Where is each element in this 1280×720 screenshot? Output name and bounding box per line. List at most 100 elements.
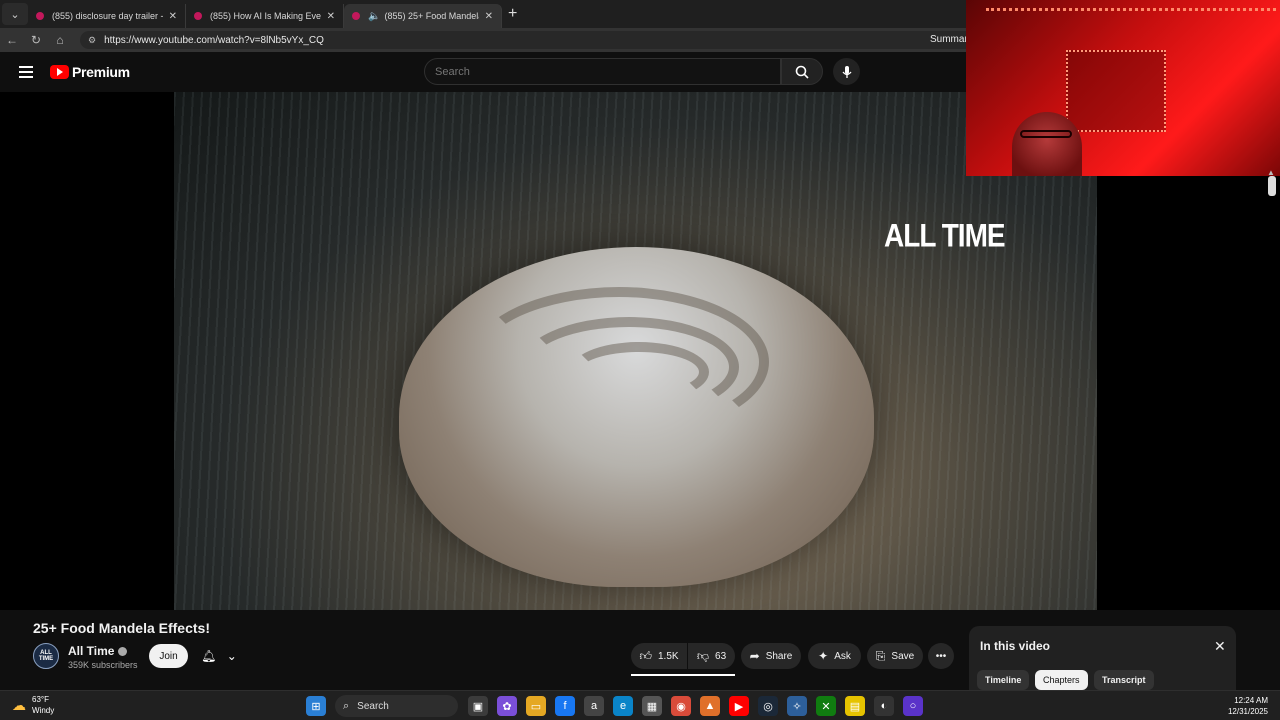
taskbar-apps: ⊞ ⌕ Search ▣ ✿ ▭ f a e ▦ ◉ ▲ ▶ ◎ ✧ ✕ ▤ ◐… [306,695,932,717]
channel-name[interactable]: All Time [68,644,128,658]
youtube-favicon-icon [36,12,44,20]
video-title: 25+ Food Mandela Effects! [33,620,210,636]
copilot-icon[interactable]: ✿ [497,696,517,716]
share-button[interactable]: ➦ Share [741,643,801,669]
browser-tab-2[interactable]: (855) How AI Is Making Everything ✕ [186,4,344,28]
menu-icon[interactable] [19,66,33,78]
tab-label: (855) disclosure day trailer - YouTu [52,11,163,21]
video-frame [174,92,1097,610]
close-icon[interactable]: ✕ [1214,638,1226,655]
speaker-icon[interactable]: 🔈 [368,11,380,22]
youtube-favicon-icon [194,12,202,20]
close-tab-icon[interactable]: ✕ [485,11,493,22]
like-count: 1.5K [657,650,679,662]
like-ratio-bar [631,674,735,676]
streamer-avatar [1012,112,1082,176]
taskbar-search[interactable]: ⌕ Search [335,695,458,717]
task-view-icon[interactable]: ▣ [468,696,488,716]
panel-title: In this video [980,639,1051,653]
brand-label: Premium [72,64,130,80]
app-icon[interactable]: ○ [903,696,923,716]
in-this-video-panel: In this video ✕ Timeline Chapters Transc… [969,626,1236,690]
chrome-icon[interactable]: ◉ [671,696,691,716]
verified-icon [118,647,128,657]
bell-icon: 🔔︎ [201,649,217,663]
thumbs-down-icon: 👎︎ [696,648,710,663]
weather-condition: Windy [32,706,55,715]
back-icon[interactable]: ← [0,33,24,47]
thumbs-up-icon: 👍︎ [639,648,652,663]
voice-search-button[interactable] [833,58,860,85]
obs-icon[interactable]: ◐ [874,696,894,716]
share-icon: ➦ [749,649,760,663]
edge-icon[interactable]: e [613,696,633,716]
file-explorer-icon[interactable]: ▭ [526,696,546,716]
game-launcher-icon[interactable]: ✧ [787,696,807,716]
microphone-icon [841,65,852,78]
new-tab-icon[interactable]: + [508,5,517,23]
clock-time: 12:24 AM [1234,696,1268,705]
reload-icon[interactable]: ↻ [24,33,48,47]
webcam-overlay [966,0,1280,176]
save-label: Save [891,650,915,662]
temperature: 63°F [32,695,49,704]
chevron-down-icon: ⌄ [226,649,237,663]
browser-tab-3[interactable]: 🔈 (855) 25+ Food Mandela Effec ✕ [344,4,502,28]
url-text: https://www.youtube.com/watch?v=8lNb5vYx… [104,34,324,46]
page-scrollbar[interactable] [1268,176,1276,196]
tab-chapters[interactable]: Chapters [1035,670,1088,690]
save-button[interactable]: ⎘ Save [867,643,923,669]
tab-label: (855) 25+ Food Mandela Effec [384,11,479,21]
tab-label: (855) How AI Is Making Everything [210,11,321,21]
more-actions-button[interactable]: ••• [928,643,954,669]
join-button[interactable]: Join [149,644,188,668]
clock-date: 12/31/2025 [1227,707,1268,716]
system-clock[interactable]: 12:24 AM 12/31/2025 [1210,695,1268,717]
youtube-app-icon[interactable]: ▶ [729,696,749,716]
channel-name-text: All Time [68,644,115,658]
browser-tab-1[interactable]: (855) disclosure day trailer - YouTu ✕ [28,4,186,28]
channel-avatar[interactable]: ALL TIME [33,643,59,669]
more-icon: ••• [935,650,947,662]
home-icon[interactable]: ⌂ [48,33,72,47]
taskbar-search-label: Search [357,700,389,712]
calculator-icon[interactable]: ▦ [642,696,662,716]
subscriber-count: 359K subscribers [68,660,138,670]
notifications-button[interactable]: 🔔︎ ⌄ [196,644,242,668]
weather-icon: ☁ [12,696,26,713]
dislike-count: 63 [715,650,727,662]
steam-icon[interactable]: ◎ [758,696,778,716]
xbox-icon[interactable]: ✕ [816,696,836,716]
sparkle-icon: ✦ [818,649,829,663]
tab-transcript[interactable]: Transcript [1094,670,1154,690]
vlc-icon[interactable]: ▲ [700,696,720,716]
summarize-label[interactable]: Summari [930,34,970,45]
ask-label: Ask [834,650,851,662]
close-tab-icon[interactable]: ✕ [327,11,335,22]
sticky-notes-icon[interactable]: ▤ [845,696,865,716]
ask-button[interactable]: ✦ Ask [808,643,861,669]
bookmark-icon: ⎘ [875,648,886,663]
amazon-icon[interactable]: a [584,696,604,716]
close-tab-icon[interactable]: ✕ [169,11,177,22]
cinnamon-bun-image [399,247,874,587]
youtube-favicon-icon [352,12,360,20]
youtube-logo[interactable]: Premium [50,64,130,80]
windows-start-icon[interactable]: ⊞ [306,696,326,716]
search-icon [795,65,809,79]
search-icon: ⌕ [343,699,350,712]
tab-list-button[interactable]: ⌄ [2,3,28,25]
youtube-play-icon [50,65,69,79]
facebook-icon[interactable]: f [555,696,575,716]
share-label: Share [765,650,793,662]
search-input[interactable] [435,65,780,78]
weather-widget[interactable]: ☁ 63°F Windy [12,694,54,716]
windows-taskbar: ☁ 63°F Windy ⊞ ⌕ Search ▣ ✿ ▭ f a e ▦ ◉ … [0,690,1280,720]
search-button[interactable] [781,58,823,85]
site-info-icon[interactable]: ⚙ [88,35,96,46]
channel-watermark: ALL TIME [884,217,1006,254]
like-button[interactable]: 👍︎ 1.5K [631,643,687,669]
search-box[interactable] [424,58,781,85]
tab-timeline[interactable]: Timeline [977,670,1030,690]
dislike-button[interactable]: 👎︎ 63 [688,643,735,669]
